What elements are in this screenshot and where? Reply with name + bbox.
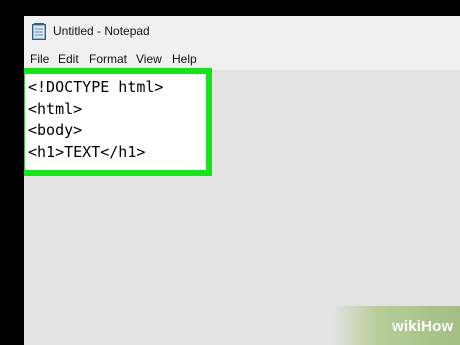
wikihow-watermark: wikiHow bbox=[392, 318, 454, 335]
notepad-window: Untitled - Notepad File Edit Format View… bbox=[24, 16, 460, 345]
notepad-app-icon bbox=[32, 23, 46, 40]
highlighted-code-region: <!DOCTYPE html> <html> <body> <h1>TEXT</h1> bbox=[24, 68, 212, 176]
code-text[interactable]: <!DOCTYPE html> <html> <body> <h1>TEXT</h1> bbox=[28, 77, 163, 163]
code-line: <!DOCTYPE html> bbox=[28, 78, 164, 96]
title-bar[interactable]: Untitled - Notepad bbox=[24, 16, 460, 48]
menu-file[interactable]: File bbox=[30, 52, 49, 66]
menu-format[interactable]: Format bbox=[89, 52, 127, 66]
code-line: <html> bbox=[28, 99, 83, 118]
menu-help[interactable]: Help bbox=[172, 52, 197, 66]
window-title: Untitled - Notepad bbox=[53, 24, 150, 38]
code-line: <body> bbox=[28, 121, 83, 139]
menu-edit[interactable]: Edit bbox=[58, 52, 79, 66]
code-line: <h1>TEXT</h1> bbox=[28, 142, 146, 161]
menu-view[interactable]: View bbox=[136, 52, 162, 66]
